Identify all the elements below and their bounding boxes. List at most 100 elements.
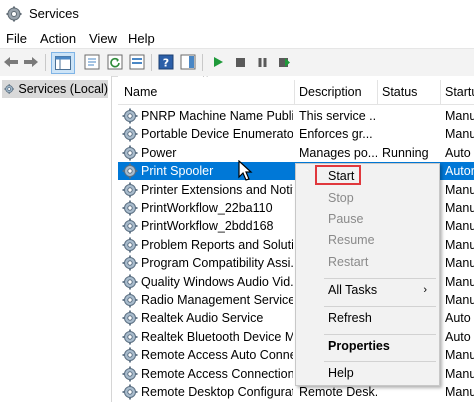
service-gear-icon [122,237,138,253]
service-startup: Manu [445,109,474,123]
service-status: Running [382,145,429,160]
column-header-status[interactable]: Status [378,80,441,104]
menu-item-restart-label: Restart [328,255,369,269]
service-startup: Autor [445,164,474,179]
play-icon[interactable] [209,53,227,71]
service-row[interactable]: Power Manages po... Running Auto [118,144,474,162]
service-name: Program Compatibility Assi... [141,256,293,271]
service-gear-icon [122,329,138,345]
service-gear-icon [122,366,138,382]
menu-item-resume-label: Resume [328,233,375,247]
service-status [382,125,440,143]
service-startup: Auto [445,145,471,160]
service-gear-icon [122,255,138,271]
properties-icon[interactable] [83,53,101,71]
service-gear-icon [122,274,138,290]
service-gear-icon [122,218,138,234]
service-startup: Manu [445,237,474,252]
service-status [382,107,440,125]
title-bar: Services [0,0,474,28]
service-startup: Manu [445,385,474,399]
menu-separator [324,306,436,307]
menu-file[interactable]: File [6,31,27,46]
service-gear-icon [122,182,138,198]
service-name: Remote Access Auto Conne... [141,348,293,363]
console-tree-icon[interactable] [51,52,75,74]
service-name: Remote Access Connection... [141,366,293,381]
service-gear-icon [122,200,138,216]
toolbar: ? [0,48,474,77]
service-startup: Manu [445,366,474,381]
service-gear-icon [122,108,138,124]
list-header: Name Description Status Startup [118,80,474,105]
service-gear-icon [122,145,138,161]
service-name: Remote Desktop Configurat... [141,385,293,399]
menu-item-stop[interactable]: Stop [296,188,439,209]
column-header-startup[interactable]: Startup [441,80,474,104]
service-name: Print Spooler [141,164,214,179]
menu-help[interactable]: Help [128,31,155,46]
svg-text:?: ? [163,57,169,70]
service-name: Realtek Bluetooth Device M... [141,329,293,344]
tree-item-label: Services (Local) [18,82,108,96]
service-name: Quality Windows Audio Vid... [141,274,293,289]
service-startup: Manu [445,348,474,363]
menu-item-properties-label: Properties [328,339,390,353]
refresh-icon[interactable] [106,53,124,71]
back-arrow-icon[interactable] [2,53,20,71]
service-description: Enforces gr... [299,127,373,142]
service-name: Problem Reports and Soluti... [141,237,293,252]
menu-separator [324,361,436,362]
column-header-description[interactable]: Description [295,80,378,104]
stop-icon[interactable] [231,53,249,71]
service-gear-icon [122,310,138,326]
menu-item-pause[interactable]: Pause [296,209,439,230]
service-gear-icon [122,347,138,363]
service-description: This service ... [299,109,377,123]
service-row[interactable]: Portable Device Enumerator... Enforces gr… [118,125,474,143]
menu-item-help[interactable]: Help [296,363,439,384]
service-row[interactable]: PNRP Machine Name Publi... This service .… [118,107,474,125]
submenu-chevron-icon: › [423,284,427,296]
menu-item-all-tasks[interactable]: All Tasks › [296,280,439,301]
window-title: Services [29,6,79,21]
service-startup: Manu [445,127,474,142]
service-startup: Manu [445,256,474,271]
menu-view[interactable]: View [89,31,117,46]
menu-action[interactable]: Action [40,31,76,46]
menu-item-all-tasks-label: All Tasks [328,283,378,297]
restart-icon[interactable] [275,53,293,71]
service-startup: Auto [445,311,471,326]
forward-arrow-icon[interactable] [22,53,40,71]
service-name: Radio Management Service [141,293,293,307]
highlight-box [315,165,361,185]
menu-item-resume[interactable]: Resume [296,230,439,251]
service-startup: Manu [445,219,474,234]
menu-item-refresh[interactable]: Refresh [296,308,439,329]
context-menu: Start Stop Pause Resume Restart All Task… [295,163,440,386]
show-hide-icon[interactable] [179,53,197,71]
services-gear-icon [4,84,15,94]
menu-item-restart[interactable]: Restart [296,252,439,273]
service-gear-icon [122,384,138,400]
service-startup: Manu [445,201,474,215]
services-gear-icon [6,6,22,22]
service-startup: Auto [445,329,471,344]
menu-item-refresh-label: Refresh [328,311,372,325]
help-icon[interactable]: ? [157,53,175,71]
service-gear-icon [122,126,138,142]
menu-bar: File Action View Help [0,28,474,48]
service-name: PrintWorkflow_22ba110 [141,201,273,215]
toolbar-separator [45,54,46,71]
service-name: PNRP Machine Name Publi... [141,109,293,123]
export-list-icon[interactable] [128,53,146,71]
tree-item-services-local[interactable]: Services (Local) [2,80,108,98]
menu-item-properties[interactable]: Properties [296,336,439,357]
menu-item-help-label: Help [328,366,354,380]
service-gear-icon [122,163,138,179]
service-name: Printer Extensions and Notif... [141,182,293,197]
pause-icon[interactable] [253,53,271,71]
service-startup: Manu [445,182,474,197]
service-startup: Manu [445,274,474,289]
column-header-name[interactable]: Name [118,80,295,104]
